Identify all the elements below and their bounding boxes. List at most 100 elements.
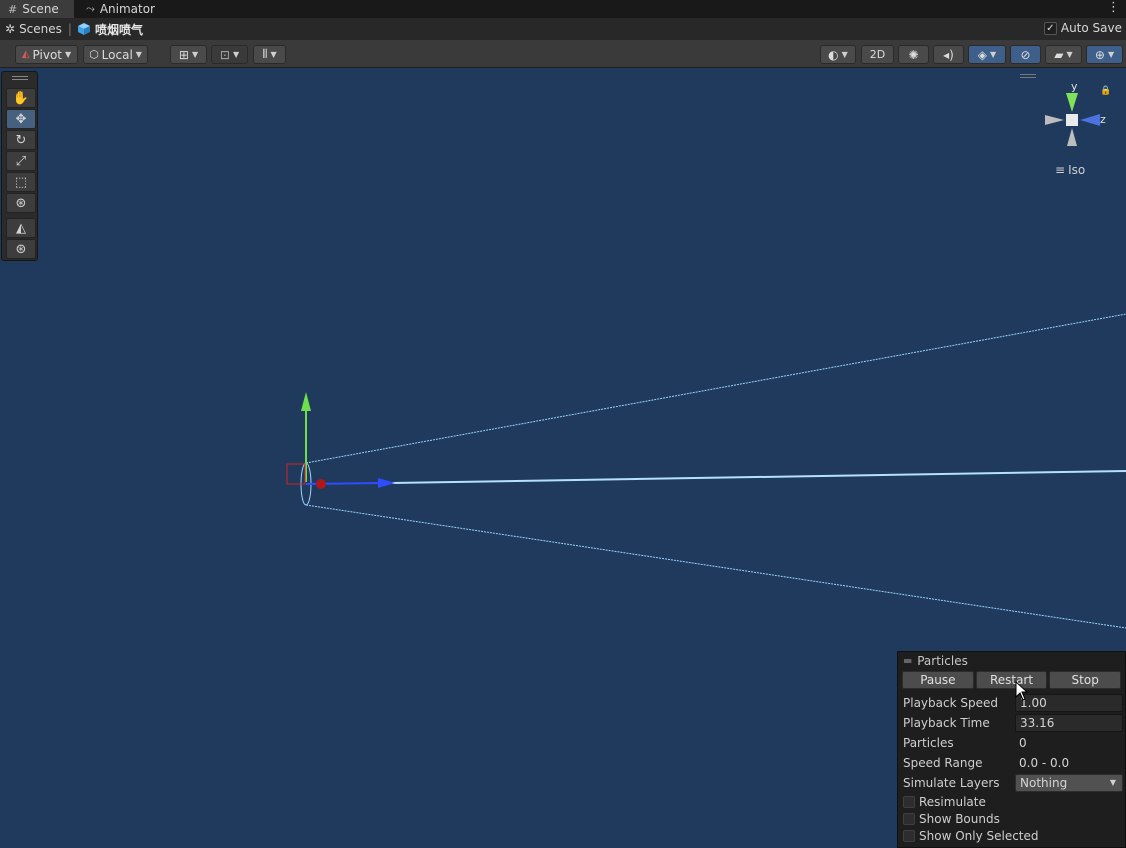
more-options-icon[interactable]: ⋮: [1107, 0, 1120, 16]
chevron-down-icon: ▼: [135, 50, 142, 59]
checkmark-icon[interactable]: ✓: [1043, 21, 1057, 35]
palette-grip[interactable]: [12, 76, 28, 80]
light-bulb-icon: ✺: [908, 47, 919, 62]
grid-snapping-dropdown[interactable]: ⊞ ▼: [170, 45, 207, 64]
gizmo-y-cone: [1066, 93, 1078, 112]
snap-increment-dropdown[interactable]: ⊡ ▼: [211, 45, 248, 64]
gizmo-z-label: z: [1100, 113, 1106, 126]
chevron-down-icon: ▼: [191, 50, 199, 59]
resimulate-checkbox[interactable]: [903, 796, 915, 808]
camera-settings-dropdown[interactable]: ▰ ▼: [1045, 45, 1082, 64]
speed-range-value: 0.0 - 0.0: [1019, 756, 1070, 770]
playback-speed-field[interactable]: 1.00: [1015, 694, 1123, 712]
pivot-dropdown[interactable]: ◭ Pivot ▼: [15, 45, 78, 64]
x-axis-handle: [316, 479, 326, 489]
show-only-selected-checkbox[interactable]: [903, 830, 915, 842]
custom-tool-button[interactable]: ◭: [6, 218, 36, 238]
gizmos-dropdown[interactable]: ⊕ ▼: [1086, 45, 1123, 64]
hand-icon: ✋: [12, 90, 30, 106]
show-only-selected-label: Show Only Selected: [919, 829, 1039, 843]
lock-icon: 🔒: [1100, 85, 1111, 96]
playback-time-field[interactable]: 33.16: [1015, 714, 1123, 732]
chevron-down-icon: ▼: [1066, 50, 1073, 59]
particles-count-value: 0: [1019, 736, 1027, 750]
pivot-label: Pivot: [32, 47, 62, 62]
restart-button[interactable]: Restart: [975, 671, 1048, 689]
simulate-layers-row: Simulate Layers Nothing ▼: [903, 774, 1123, 792]
particles-header[interactable]: ═ Particles: [898, 652, 1125, 669]
playback-time-row: Playback Time 33.16: [903, 714, 1123, 732]
chevron-down-icon: ▼: [1109, 778, 1116, 787]
xy-plane-handle: [286, 463, 306, 485]
simulate-layers-dropdown[interactable]: Nothing ▼: [1015, 774, 1123, 792]
custom-tool-icon: ◭: [16, 220, 26, 236]
particle-tool-button[interactable]: ⊛: [6, 239, 36, 259]
particles-controls: Pause Restart Stop: [902, 671, 1122, 689]
local-dropdown[interactable]: ⬡ Local ▼: [83, 45, 148, 64]
move-tool-button[interactable]: ✥: [6, 109, 36, 129]
hand-tool-button[interactable]: ✋: [6, 88, 36, 108]
shaded-sphere-icon: ◐: [828, 47, 839, 62]
show-only-selected-toggle[interactable]: Show Only Selected: [903, 828, 1039, 844]
mode-2d-label: 2D: [869, 48, 886, 61]
breadcrumb-object[interactable]: 喷烟喷气: [77, 21, 143, 38]
mouse-cursor-icon: [1015, 681, 1029, 701]
breadcrumb-scenes[interactable]: ✲ Scenes: [0, 22, 62, 36]
playback-speed-row: Playback Speed 1.00: [903, 694, 1123, 712]
tab-scene[interactable]: # Scene: [0, 0, 74, 18]
drag-handle-icon: ═: [904, 653, 912, 668]
breadcrumb-object-label: 喷烟喷气: [94, 22, 143, 37]
ruler-icon: ⫴: [262, 47, 268, 61]
scene-visibility-toggle[interactable]: ⊘: [1010, 45, 1041, 64]
rotate-icon: ↻: [15, 132, 27, 148]
effects-dropdown[interactable]: ◈ ▼: [968, 45, 1006, 64]
particles-title: Particles: [917, 653, 968, 668]
chevron-down-icon: ▼: [841, 50, 848, 59]
auto-save-toggle[interactable]: ✓ Auto Save: [1043, 21, 1122, 35]
tab-scene-label: Scene: [22, 2, 59, 16]
show-bounds-toggle[interactable]: Show Bounds: [903, 811, 1000, 827]
breadcrumb-separator: |: [67, 22, 72, 36]
simulate-layers-value: Nothing: [1020, 776, 1068, 790]
gizmo-center-cube: [1066, 114, 1078, 126]
show-bounds-checkbox[interactable]: [903, 813, 915, 825]
particle-transform-icon: ⊛: [15, 241, 27, 257]
rect-tool-button[interactable]: ⬚: [6, 172, 36, 192]
grid-icon: #: [8, 2, 18, 16]
lighting-toggle[interactable]: ✺: [898, 45, 929, 64]
projection-label: Iso: [1068, 163, 1086, 177]
prefab-cube-icon: [77, 23, 90, 35]
particles-count-label: Particles: [903, 736, 954, 750]
pause-button[interactable]: Pause: [902, 671, 974, 689]
gizmo-z-cone: [1080, 114, 1100, 126]
effects-layers-icon: ◈: [977, 47, 988, 62]
transform-tool-button[interactable]: ⊛: [6, 193, 36, 213]
gizmo-y-label: y: [1071, 80, 1078, 93]
hamburger-icon: ≡: [1055, 163, 1066, 177]
projection-toggle[interactable]: ≡ Iso: [1055, 163, 1085, 177]
draw-mode-dropdown[interactable]: ◐ ▼: [820, 45, 856, 64]
cone-upper-edge: [305, 313, 1126, 464]
tab-animator-label: Animator: [99, 2, 155, 16]
scale-tool-button[interactable]: ⤢: [6, 151, 36, 171]
audio-toggle[interactable]: ◂): [933, 45, 964, 64]
snap-increment-icon: ⊡: [219, 47, 230, 62]
gizmo-grip[interactable]: [1020, 74, 1036, 78]
stop-button[interactable]: Stop: [1049, 671, 1122, 689]
rotate-tool-button[interactable]: ↻: [6, 130, 36, 150]
tab-animator[interactable]: ⤳ Animator: [78, 0, 163, 18]
chevron-down-icon: ▼: [65, 50, 72, 59]
grid-snap-icon: ⊞: [178, 47, 189, 62]
cone-lower-edge: [305, 504, 1126, 629]
rect-transform-icon: ⬚: [14, 174, 28, 190]
resimulate-toggle[interactable]: Resimulate: [903, 794, 986, 810]
move-arrows-icon: ✥: [15, 111, 27, 127]
speed-range-row: Speed Range 0.0 - 0.0: [903, 754, 1123, 772]
y-axis-arrow: [301, 392, 311, 411]
ruler-dropdown[interactable]: ⫴ ▼: [253, 45, 286, 64]
resimulate-label: Resimulate: [919, 795, 986, 809]
toggle-2d-button[interactable]: 2D: [861, 45, 894, 64]
speed-range-label: Speed Range: [903, 756, 983, 770]
playback-speed-label: Playback Speed: [903, 696, 998, 710]
particles-count-row: Particles 0: [903, 734, 1123, 752]
